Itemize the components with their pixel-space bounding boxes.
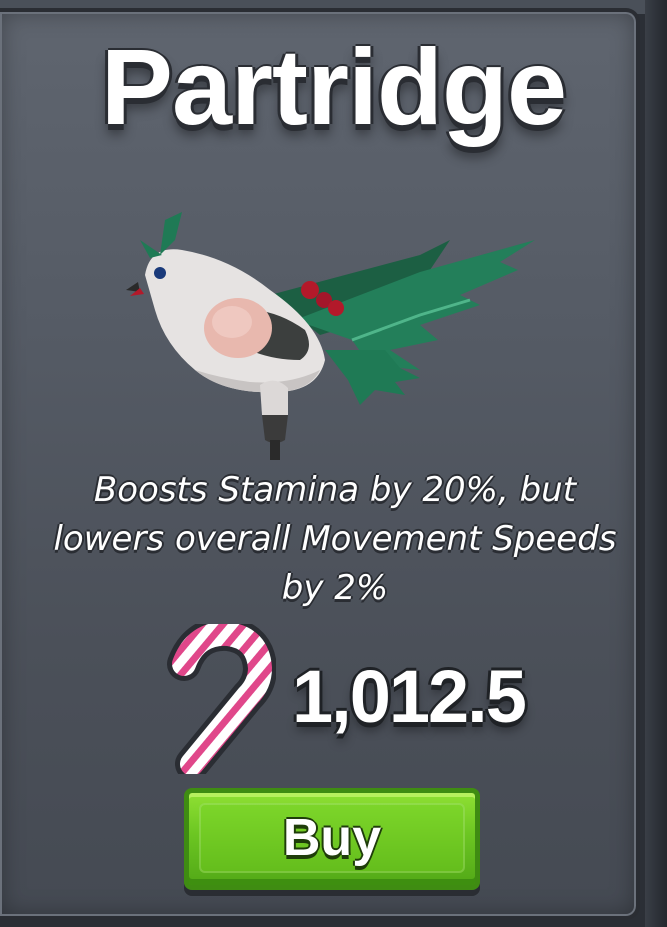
price-row: 1,012.5 <box>150 622 590 774</box>
buy-button[interactable]: Buy <box>184 788 480 890</box>
candy-cane-icon <box>167 624 276 774</box>
item-title: Partridge <box>100 26 567 147</box>
item-description: Boosts Stamina by 20%, but lowers overal… <box>53 470 617 608</box>
price-amount: 1,012.5 <box>292 655 527 738</box>
partridge-pet-icon <box>126 212 535 460</box>
shop-screen: { "item": { "name": "Partridge", "descri… <box>0 0 667 927</box>
buy-button-label: Buy <box>282 809 382 867</box>
